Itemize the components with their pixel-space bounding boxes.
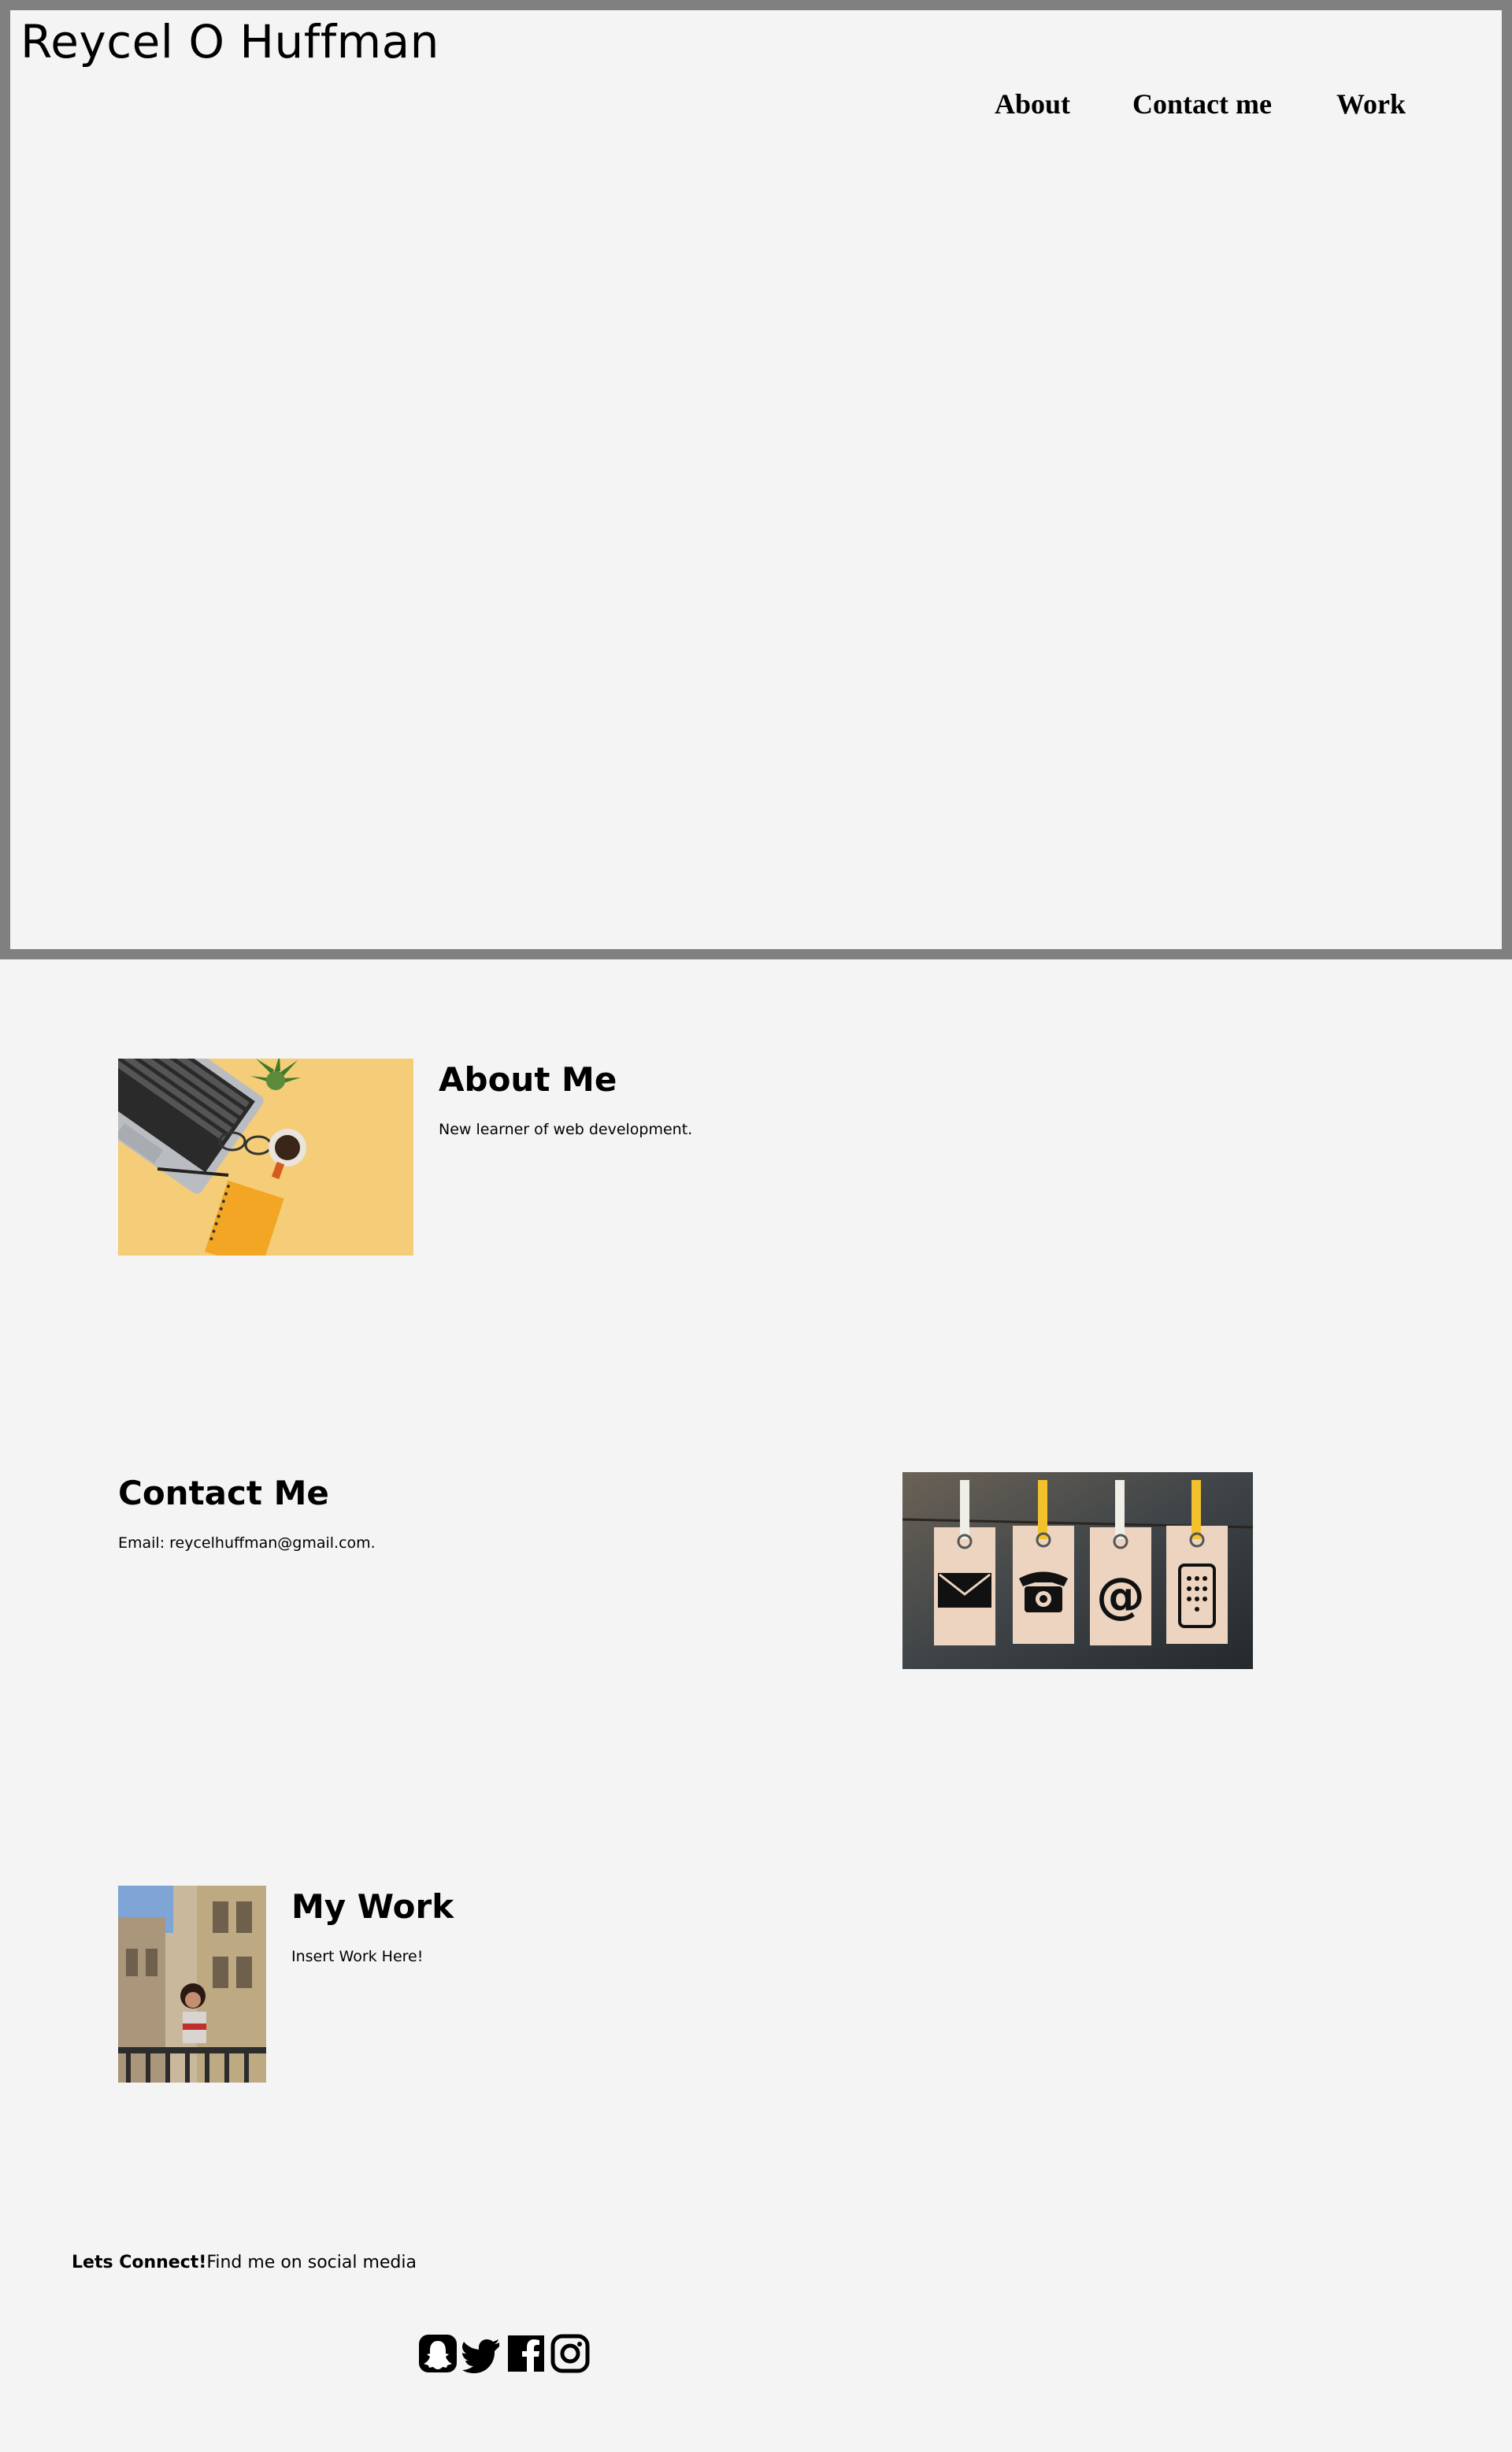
- work-title: My Work: [291, 1887, 454, 1926]
- about-image: [118, 1059, 413, 1256]
- work-image: [118, 1886, 266, 2083]
- svg-text:@: @: [1096, 1567, 1145, 1624]
- nav-link-about[interactable]: About: [995, 87, 1070, 121]
- nav-link-contact[interactable]: Contact me: [1132, 87, 1272, 121]
- twitter-icon[interactable]: [461, 2333, 502, 2374]
- about-title: About Me: [439, 1060, 617, 1099]
- connect-label: Lets Connect!: [72, 2253, 207, 2272]
- facebook-icon[interactable]: [506, 2333, 547, 2374]
- contact-text: Email: reycelhuffman@gmail.com.: [118, 1534, 376, 1552]
- site-title: Reycel O Huffman: [20, 15, 439, 69]
- nav-link-work[interactable]: Work: [1336, 87, 1406, 121]
- contact-title: Contact Me: [118, 1474, 329, 1512]
- hero-header: Reycel O Huffman About Contact me Work: [0, 0, 1512, 959]
- about-text: New learner of web development.: [439, 1121, 693, 1138]
- footer-connect: Lets Connect!Find me on social media: [72, 2253, 417, 2272]
- snapchat-icon[interactable]: [417, 2333, 458, 2374]
- work-text: Insert Work Here!: [291, 1948, 424, 1965]
- social-links: [417, 2333, 591, 2374]
- instagram-icon[interactable]: [550, 2333, 591, 2374]
- connect-text: Find me on social media: [206, 2253, 417, 2272]
- contact-image: @: [902, 1472, 1253, 1669]
